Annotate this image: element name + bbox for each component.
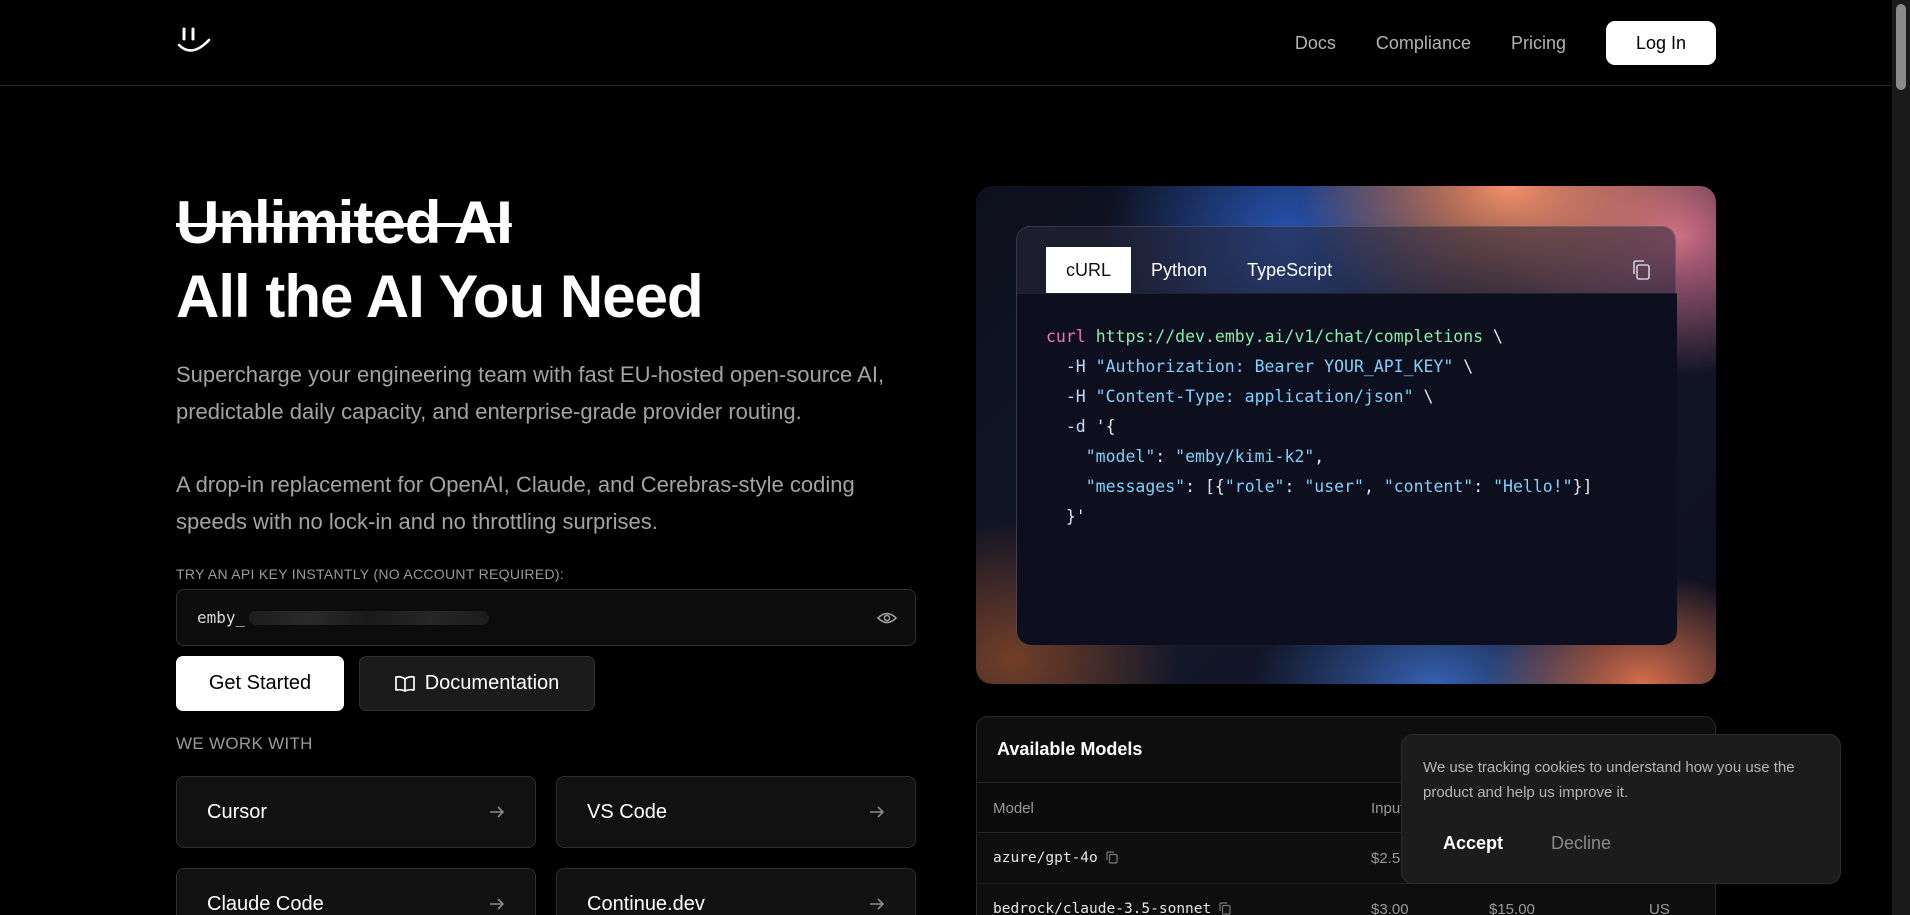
code-token: \ [1483,327,1503,346]
copy-icon[interactable] [1219,902,1231,915]
code-snippet[interactable]: curl https://dev.emby.ai/v1/chat/complet… [1017,293,1677,645]
code-token: "role" [1224,477,1285,496]
copy-icon[interactable] [1631,259,1651,281]
code-token: -H [1046,357,1096,376]
cookie-consent-banner: We use tracking cookies to understand ho… [1401,734,1841,884]
arrow-right-icon [490,898,505,910]
top-nav-bar: Docs Compliance Pricing Log In [0,0,1892,86]
api-key-masked-value [249,610,490,625]
integration-card-vscode[interactable]: VS Code [556,776,916,848]
code-language-tabs: cURL Python TypeScript [1046,247,1352,293]
column-header-model: Model [993,800,1034,817]
code-token: "user" [1304,477,1364,496]
book-icon [394,675,415,692]
code-token: -H [1046,387,1096,406]
integration-label: Claude Code [207,892,324,915]
code-token: '{ [1095,417,1116,436]
hero-subtitle: Supercharge your engineering team with f… [176,362,885,424]
code-token: "Authorization: Bearer YOUR_API_KEY" [1095,357,1454,376]
code-token: curl [1046,327,1086,346]
api-key-prefix: emby_ [197,608,246,627]
code-token: "messages" [1085,477,1186,496]
cookie-message: We use tracking cookies to understand ho… [1423,759,1795,801]
nav-pricing-link[interactable]: Pricing [1511,33,1566,54]
code-token: https://dev.emby.ai/v1/chat/completions [1095,327,1484,346]
hero-subtitle-secondary: A drop-in replacement for OpenAI, Claude… [176,472,855,534]
page: Docs Compliance Pricing Log In Unlimited… [0,0,1910,915]
api-key-label: TRY AN API KEY INSTANTLY (NO ACCOUNT REQ… [176,566,565,582]
code-token: "emby/kimi-k2" [1175,447,1315,466]
arrow-right-icon [870,898,885,910]
integration-label: VS Code [587,800,668,823]
integration-label: Continue.dev [587,892,705,915]
column-header-input: Input [1371,800,1405,817]
get-started-button[interactable]: Get Started [176,656,344,711]
code-token: \ [1453,357,1474,376]
arrow-right-icon [490,806,505,818]
tab-typescript[interactable]: TypeScript [1227,247,1352,293]
hero-struck-title: Unlimited AI [176,189,513,256]
copy-icon[interactable] [1106,851,1118,864]
code-token: "content" [1383,477,1474,496]
code-card: cURL Python TypeScript curl https://dev.… [1016,226,1677,645]
integration-card-cursor[interactable]: Cursor [176,776,536,848]
code-token: "Hello!" [1493,477,1573,496]
model-input-price: $3.00 [1371,901,1409,915]
code-example-panel: cURL Python TypeScript curl https://dev.… [976,186,1716,684]
tab-curl[interactable]: cURL [1046,247,1132,293]
integrations-label: WE WORK WITH [176,734,313,753]
table-row[interactable]: bedrock/claude-3.5-sonnet $3.00 $15.00 U… [977,884,1715,915]
login-button[interactable]: Log In [1606,21,1716,65]
model-output-price: $15.00 [1489,901,1535,915]
documentation-button-label: Documentation [424,672,560,694]
api-key-field[interactable]: emby_ [176,589,916,646]
integration-label: Cursor [207,800,268,823]
arrow-right-icon [870,806,885,818]
nav-docs-link[interactable]: Docs [1295,33,1336,54]
tab-python[interactable]: Python [1131,247,1227,293]
cookie-decline-button[interactable]: Decline [1551,833,1611,854]
model-region: US [1649,901,1670,915]
nav-compliance-link[interactable]: Compliance [1376,33,1471,54]
integration-card-continue-dev[interactable]: Continue.dev [556,868,916,915]
documentation-button[interactable]: Documentation [359,656,595,711]
model-input-price: $2.5 [1371,850,1401,867]
code-token: "model" [1085,447,1156,466]
smiley-logo-icon[interactable] [176,26,212,56]
code-token: -d [1046,417,1096,436]
scrollbar-thumb[interactable] [1896,4,1906,90]
model-name: bedrock/claude-3.5-sonnet [993,901,1231,915]
model-name: azure/gpt-4o [993,850,1118,866]
eye-icon[interactable] [877,609,897,627]
integration-card-claude-code[interactable]: Claude Code [176,868,536,915]
cookie-accept-button[interactable]: Accept [1443,833,1503,854]
main-nav: Docs Compliance Pricing Log In [1255,0,1892,86]
code-token: \ [1413,387,1434,406]
models-title: Available Models [997,739,1143,759]
code-token: "Content-Type: application/json" [1095,387,1414,406]
page-scrollbar[interactable] [1892,0,1910,915]
code-token: }' [1046,507,1086,526]
hero-title: All the AI You Need [176,263,704,330]
